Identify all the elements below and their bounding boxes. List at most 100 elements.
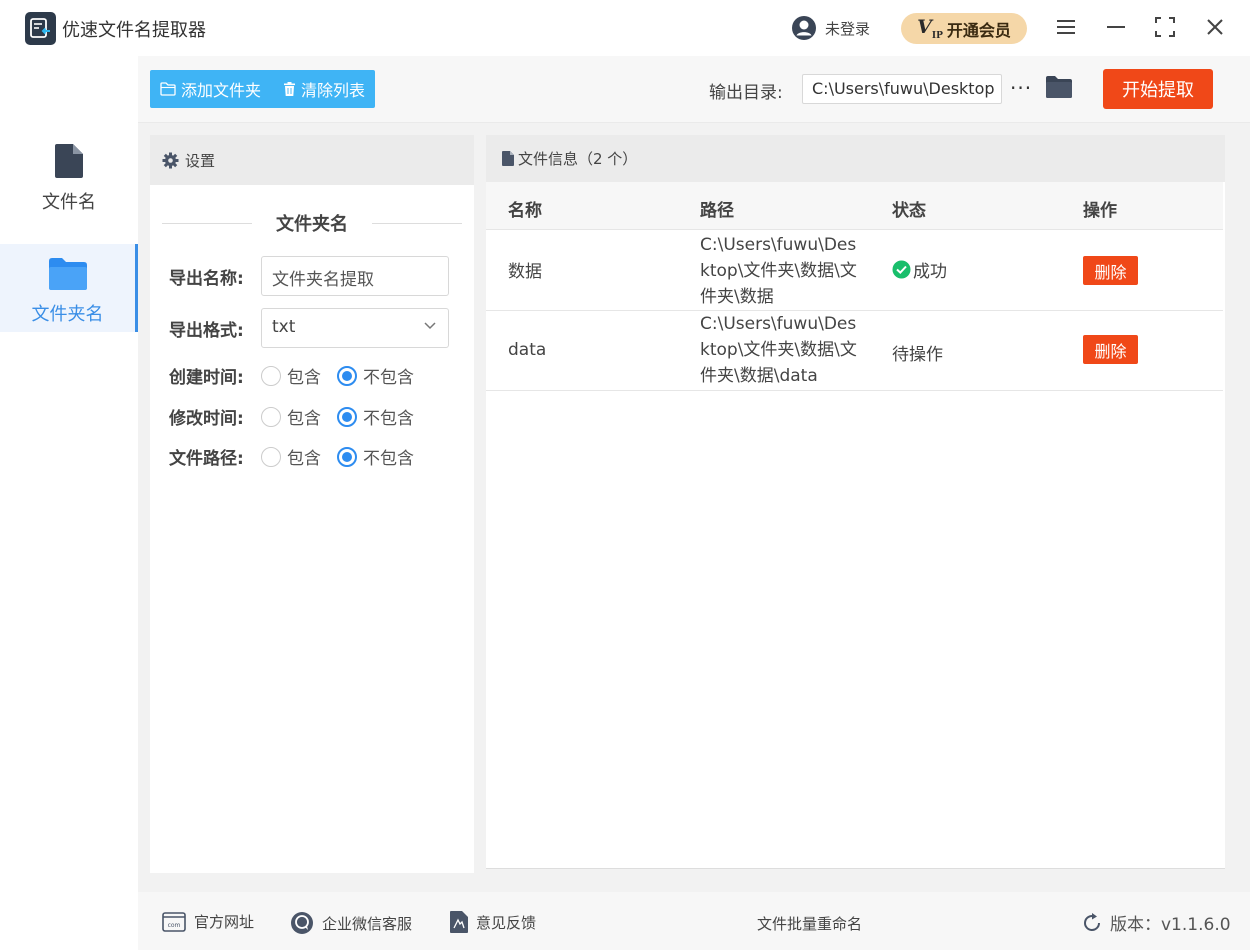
create-time-exclude-radio[interactable]: 不包含 <box>337 363 414 388</box>
feedback-label: 意见反馈 <box>476 913 537 932</box>
website-link[interactable]: com 官方网址 <box>162 911 254 932</box>
table-header: 名称 路径 状态 操作 <box>486 182 1223 230</box>
vip-icon: VIP <box>917 16 943 41</box>
column-header-action: 操作 <box>1083 201 1117 221</box>
feedback-link[interactable]: 意见反馈 <box>450 911 536 933</box>
row-path: C:\Users\fuwu\Desktop\文件夹\数据\文件夹\数据 <box>700 235 857 307</box>
feedback-icon <box>450 911 468 933</box>
row-name: 数据 <box>508 262 542 282</box>
modify-time-include-radio[interactable]: 包含 <box>261 404 321 429</box>
create-time-label: 创建时间: <box>169 368 244 388</box>
main-area: 添加文件夹 清除列表 输出目录: C:\Users\fuwu\Desktop ·… <box>138 56 1250 950</box>
create-time-include-radio[interactable]: 包含 <box>261 363 321 388</box>
file-info-header: 文件信息（2 个） <box>486 135 1225 182</box>
close-button[interactable] <box>1202 14 1228 40</box>
output-dir-input[interactable]: C:\Users\fuwu\Desktop <box>802 74 1002 104</box>
radio-circle-checked <box>337 406 357 427</box>
column-header-name: 名称 <box>508 201 542 221</box>
folder-icon <box>1046 76 1072 98</box>
folder-outline-icon <box>160 82 176 96</box>
version-info[interactable]: 版本：v1.1.6.0 <box>1082 910 1231 935</box>
radio-circle-checked <box>337 446 357 467</box>
toolbar: 添加文件夹 清除列表 输出目录: C:\Users\fuwu\Desktop ·… <box>138 56 1250 123</box>
success-check-icon <box>892 260 911 279</box>
row-status: 成功 <box>892 257 947 282</box>
radio-label: 不包含 <box>363 449 414 469</box>
export-format-label: 导出格式: <box>169 320 244 341</box>
login-button[interactable]: 未登录 <box>791 15 870 41</box>
column-header-status: 状态 <box>892 201 926 221</box>
modify-time-label: 修改时间: <box>169 409 244 429</box>
delete-button[interactable]: 删除 <box>1083 335 1138 364</box>
radio-circle <box>261 406 281 427</box>
output-dir-label: 输出目录: <box>709 83 783 103</box>
radio-circle <box>261 446 281 467</box>
clear-list-button[interactable]: 清除列表 <box>283 77 365 101</box>
menu-icon <box>1057 20 1075 34</box>
export-name-input[interactable]: 文件夹名提取 <box>261 256 449 296</box>
export-format-select[interactable]: txt <box>261 308 449 348</box>
table-row: 数据 C:\Users\fuwu\Desktop\文件夹\数据\文件夹\数据 成… <box>486 231 1223 311</box>
row-path: C:\Users\fuwu\Desktop\文件夹\数据\文件夹\数据\data <box>700 314 857 386</box>
table-row: data C:\Users\fuwu\Desktop\文件夹\数据\文件夹\数据… <box>486 311 1223 391</box>
file-path-label: 文件路径: <box>169 449 244 469</box>
modify-time-exclude-radio[interactable]: 不包含 <box>337 404 414 429</box>
divider <box>372 222 462 224</box>
divider <box>162 222 252 224</box>
export-name-row: 导出名称: 文件夹名提取 <box>169 256 449 296</box>
svg-text:com: com <box>168 922 181 929</box>
export-name-label: 导出名称: <box>169 268 244 289</box>
browse-folder-button[interactable] <box>1046 76 1072 102</box>
row-name: data <box>508 340 547 360</box>
website-label: 官方网址 <box>194 913 255 931</box>
modify-time-row: 修改时间: 包含 不包含 <box>169 404 430 429</box>
trash-icon <box>284 82 296 96</box>
add-folder-button[interactable]: 添加文件夹 <box>160 77 261 101</box>
action-button-group: 添加文件夹 清除列表 <box>150 70 376 108</box>
more-button[interactable]: ··· <box>1010 76 1032 100</box>
sidebar-item-filename[interactable]: 文件名 <box>0 144 138 232</box>
batch-rename-link[interactable]: 文件批量重命名 <box>757 913 862 934</box>
status-text: 成功 <box>913 262 947 282</box>
maximize-button[interactable] <box>1152 14 1178 40</box>
radio-circle <box>261 365 281 386</box>
radio-label: 包含 <box>287 449 321 469</box>
gear-icon <box>162 152 179 168</box>
sidebar-item-label: 文件名 <box>42 192 96 213</box>
minimize-button[interactable] <box>1103 14 1129 40</box>
minimize-icon <box>1107 26 1125 28</box>
chevron-down-icon <box>424 322 436 330</box>
refresh-icon <box>1084 912 1100 931</box>
wechat-icon <box>291 912 313 934</box>
radio-label: 包含 <box>287 409 321 429</box>
maximize-icon <box>1155 17 1175 37</box>
footer: com 官方网址 企业微信客服 意见反馈 文件批量重命名 版本：v1.1.6.0 <box>138 892 1250 950</box>
settings-header: 设置 <box>150 135 474 185</box>
export-format-value: txt <box>272 317 296 337</box>
menu-button[interactable] <box>1053 14 1079 40</box>
document-icon <box>502 151 514 166</box>
delete-button[interactable]: 删除 <box>1083 256 1138 285</box>
app-title: 优速文件名提取器 <box>62 20 206 41</box>
clear-list-label: 清除列表 <box>301 81 366 100</box>
radio-label: 不包含 <box>363 409 414 429</box>
start-extract-button[interactable]: 开始提取 <box>1103 69 1213 109</box>
app-logo <box>25 12 56 45</box>
version-label: 版本：v1.1.6.0 <box>1110 915 1231 935</box>
create-time-row: 创建时间: 包含 不包含 <box>169 363 430 388</box>
radio-label: 包含 <box>287 368 321 388</box>
file-path-exclude-radio[interactable]: 不包含 <box>337 444 414 469</box>
wechat-service-link[interactable]: 企业微信客服 <box>290 911 412 935</box>
settings-panel: 设置 文件夹名 导出名称: 文件夹名提取 导出格式: txt 创建时间: 包含 … <box>150 135 474 873</box>
vip-button[interactable]: VIP 开通会员 <box>901 13 1027 44</box>
radio-label: 不包含 <box>363 368 414 388</box>
file-icon <box>55 144 83 178</box>
sidebar-item-foldername[interactable]: 文件夹名 <box>0 244 138 332</box>
radio-circle-checked <box>337 365 357 386</box>
close-icon <box>1207 19 1223 35</box>
website-icon: com <box>162 911 186 932</box>
file-info-panel: 文件信息（2 个） 名称 路径 状态 操作 数据 C:\Users\fuwu\D… <box>486 135 1225 869</box>
file-info-title: 文件信息（2 个） <box>518 150 638 168</box>
file-path-include-radio[interactable]: 包含 <box>261 444 321 469</box>
settings-title: 设置 <box>185 151 216 170</box>
